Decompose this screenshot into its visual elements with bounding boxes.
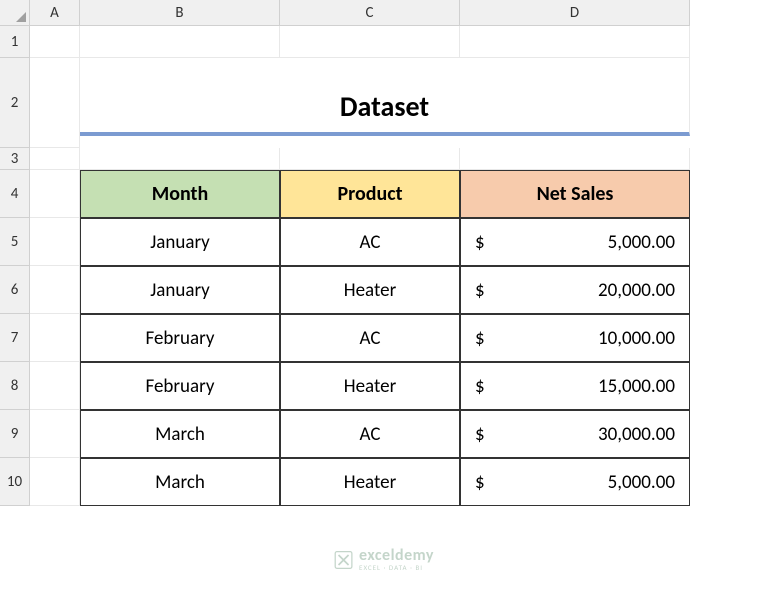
select-all-corner[interactable]	[0, 0, 30, 26]
table-row[interactable]: March	[80, 458, 280, 506]
cell-a4[interactable]	[30, 170, 80, 218]
watermark: exceldemy EXCEL · DATA · BI	[333, 548, 434, 571]
header-month[interactable]: Month	[80, 170, 280, 218]
currency-symbol: $	[475, 231, 485, 254]
table-row[interactable]: Heater	[280, 458, 460, 506]
table-row[interactable]: January	[80, 266, 280, 314]
sales-value: 5,000.00	[608, 471, 675, 494]
table-row[interactable]: $ 5,000.00	[460, 458, 690, 506]
row-header-7[interactable]: 7	[0, 314, 30, 362]
sales-value: 5,000.00	[608, 231, 675, 254]
table-row[interactable]: $ 5,000.00	[460, 218, 690, 266]
col-header-a[interactable]: A	[30, 0, 80, 26]
table-row[interactable]: Heater	[280, 266, 460, 314]
cell-a9[interactable]	[30, 410, 80, 458]
table-row[interactable]: February	[80, 362, 280, 410]
table-row[interactable]: February	[80, 314, 280, 362]
table-row[interactable]: Heater	[280, 362, 460, 410]
cell-b3[interactable]	[80, 148, 280, 170]
currency-symbol: $	[475, 327, 485, 350]
table-row[interactable]: January	[80, 218, 280, 266]
cell-a3[interactable]	[30, 148, 80, 170]
cell-b1[interactable]	[80, 26, 280, 58]
row-header-10[interactable]: 10	[0, 458, 30, 506]
watermark-brand: exceldemy	[359, 548, 434, 564]
spreadsheet-grid: A B C D 1 2 Dataset 3 4 Month Product Ne…	[0, 0, 767, 506]
table-row[interactable]: March	[80, 410, 280, 458]
col-header-b[interactable]: B	[80, 0, 280, 26]
currency-symbol: $	[475, 423, 485, 446]
header-sales[interactable]: Net Sales	[460, 170, 690, 218]
cell-a2[interactable]	[30, 58, 80, 148]
table-row[interactable]: AC	[280, 218, 460, 266]
dataset-title[interactable]: Dataset	[80, 58, 690, 136]
header-product[interactable]: Product	[280, 170, 460, 218]
cell-d3[interactable]	[460, 148, 690, 170]
col-header-d[interactable]: D	[460, 0, 690, 26]
sales-value: 20,000.00	[598, 279, 675, 302]
watermark-tagline: EXCEL · DATA · BI	[359, 564, 434, 571]
sales-value: 15,000.00	[598, 375, 675, 398]
exceldemy-logo-icon	[333, 550, 353, 570]
cell-a1[interactable]	[30, 26, 80, 58]
sales-value: 30,000.00	[598, 423, 675, 446]
row-header-1[interactable]: 1	[0, 26, 30, 58]
cell-a10[interactable]	[30, 458, 80, 506]
cell-a6[interactable]	[30, 266, 80, 314]
cell-d1[interactable]	[460, 26, 690, 58]
table-row[interactable]: $ 20,000.00	[460, 266, 690, 314]
cell-c3[interactable]	[280, 148, 460, 170]
cell-a8[interactable]	[30, 362, 80, 410]
table-row[interactable]: AC	[280, 314, 460, 362]
cell-a7[interactable]	[30, 314, 80, 362]
cell-c1[interactable]	[280, 26, 460, 58]
row-header-2[interactable]: 2	[0, 58, 30, 148]
col-header-c[interactable]: C	[280, 0, 460, 26]
table-row[interactable]: $ 15,000.00	[460, 362, 690, 410]
sales-value: 10,000.00	[598, 327, 675, 350]
currency-symbol: $	[475, 375, 485, 398]
currency-symbol: $	[475, 471, 485, 494]
table-row[interactable]: $ 10,000.00	[460, 314, 690, 362]
row-header-6[interactable]: 6	[0, 266, 30, 314]
row-header-3[interactable]: 3	[0, 148, 30, 170]
table-row[interactable]: AC	[280, 410, 460, 458]
currency-symbol: $	[475, 279, 485, 302]
row-header-5[interactable]: 5	[0, 218, 30, 266]
row-header-4[interactable]: 4	[0, 170, 30, 218]
table-row[interactable]: $ 30,000.00	[460, 410, 690, 458]
row-header-8[interactable]: 8	[0, 362, 30, 410]
row-header-9[interactable]: 9	[0, 410, 30, 458]
cell-a5[interactable]	[30, 218, 80, 266]
